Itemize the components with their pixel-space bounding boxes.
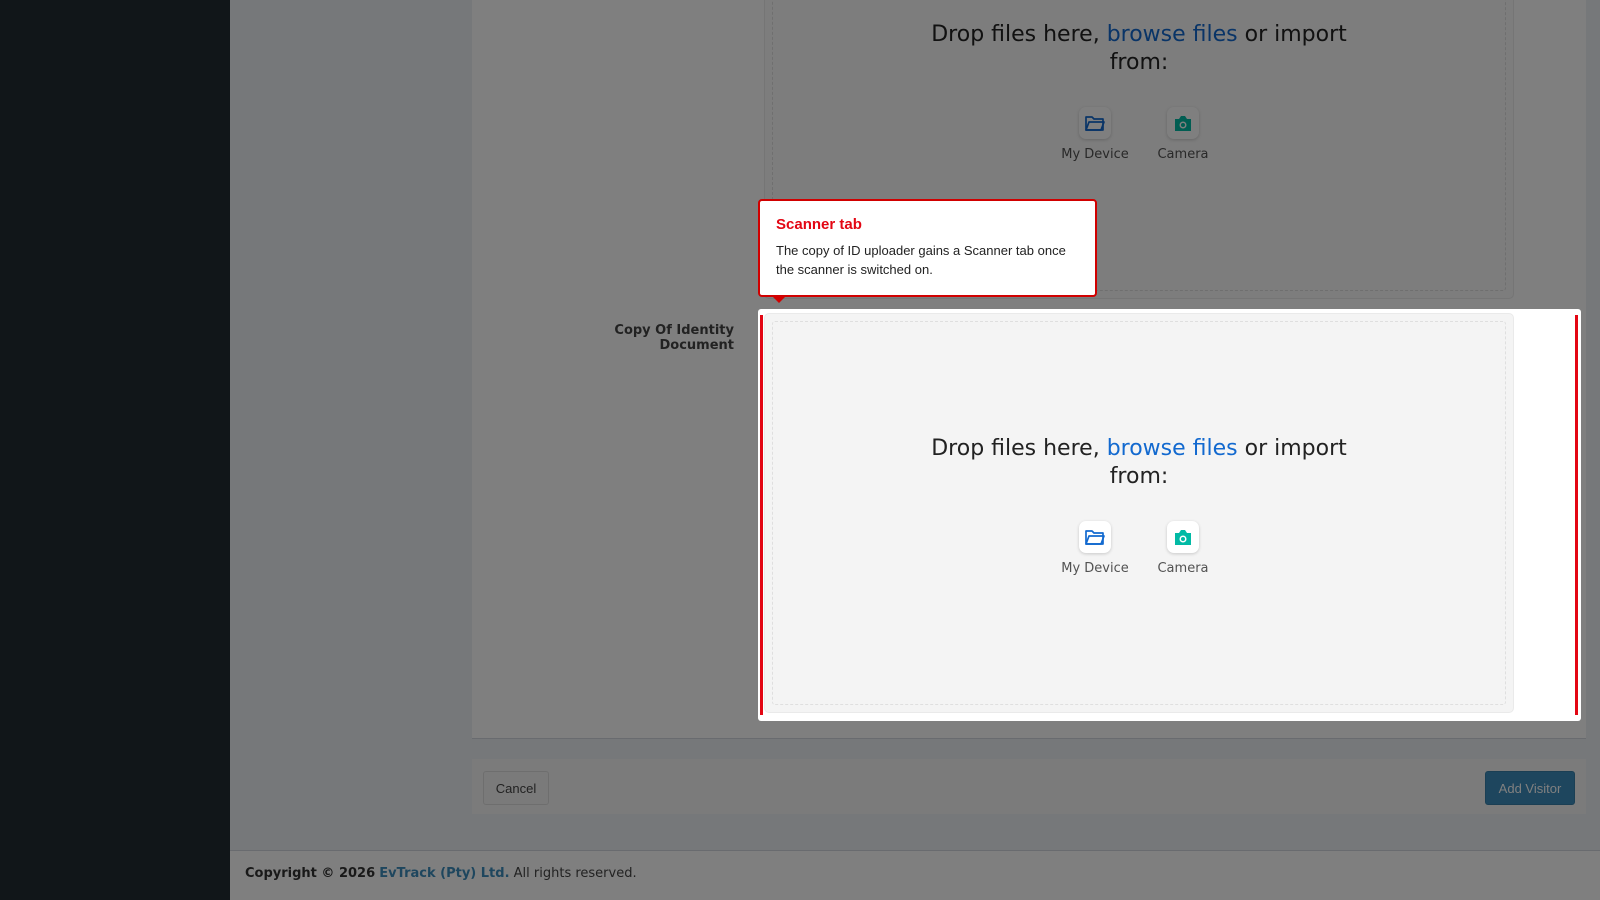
tooltip-body: The copy of ID uploader gains a Scanner … <box>776 243 1066 277</box>
field-label-identity-document: Copy Of Identity Document <box>614 323 734 353</box>
drop-zone-title: Drop files here, browse files or import … <box>929 435 1349 491</box>
folder-icon <box>1079 521 1111 553</box>
source-label: My Device <box>1061 561 1129 576</box>
camera-icon <box>1167 521 1199 553</box>
drop-text: Drop files here, <box>931 436 1100 461</box>
spotlight-border-right <box>1575 315 1578 715</box>
import-sources: My Device Camera <box>765 521 1513 576</box>
source-label: Camera <box>1157 561 1209 576</box>
tooltip-arrow <box>772 296 786 303</box>
tour-tooltip: Scanner tab The copy of ID uploader gain… <box>758 199 1097 303</box>
source-camera[interactable]: Camera <box>1153 521 1213 576</box>
spotlight-border-left <box>760 315 763 715</box>
browse-files-link[interactable]: browse files <box>1107 436 1238 461</box>
file-uploader-identity-document[interactable]: Drop files here, browse files or import … <box>764 313 1514 713</box>
drop-zone[interactable] <box>772 321 1506 705</box>
tooltip-title: Scanner tab <box>776 216 862 233</box>
source-my-device[interactable]: My Device <box>1061 521 1129 576</box>
